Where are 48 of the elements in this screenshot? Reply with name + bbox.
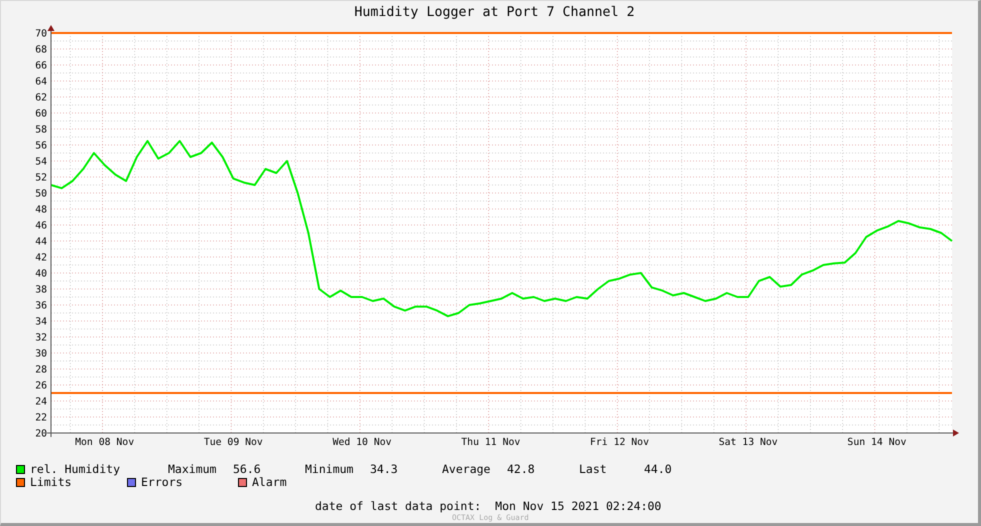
stat-label: Maximum [168,463,218,476]
stat-label: Last [579,463,608,476]
y-axis-label: 34 [35,316,47,328]
x-axis-label: Sat 13 Nov [718,437,778,448]
y-axis-label: 36 [35,300,47,312]
y-axis-label: 46 [35,220,47,232]
x-axis-label: Sun 14 Nov [847,437,906,448]
y-axis-label: 70 [35,28,47,40]
x-axis-label: Tue 09 Nov [204,437,263,448]
y-axis-label: 24 [35,396,47,408]
x-axis-label: Wed 10 Nov [332,437,392,448]
y-axis-label: 44 [35,236,47,248]
x-axis-label: Thu 11 Nov [461,437,520,448]
y-axis-label: 40 [35,268,47,280]
y-axis-label: 54 [35,156,47,168]
y-axis-label: 60 [35,108,47,120]
legend-label: Errors [141,476,183,489]
y-axis-label: 58 [35,124,47,136]
y-axis-label: 64 [35,76,47,88]
y-axis-label: 26 [35,380,47,392]
last-point-label: date of last data point: [315,499,482,513]
stat-value: 56.6 [233,463,261,476]
y-axis-label: 42 [35,252,47,264]
chart-title: Humidity Logger at Port 7 Channel 2 [353,4,636,22]
y-axis-label: 32 [35,332,47,344]
y-axis-label: 68 [35,44,47,56]
y-axis-label: 30 [35,348,47,360]
last-point-date: Mon Nov 15 2021 02:24:00 [495,499,662,513]
y-axis-label: 20 [35,428,47,440]
stat-label: Average [442,463,492,476]
stat-value: 42.8 [507,463,535,476]
y-axis-label: 66 [35,60,47,72]
x-axis-label: Mon 08 Nov [75,437,134,448]
stat-value: 34.3 [370,463,398,476]
legend-label: Alarm [252,476,287,489]
legend-label: rel. Humidity [30,463,120,476]
x-axis-label: Fri 12 Nov [590,437,649,448]
y-axis-label: 56 [35,140,47,152]
y-axis-label: 62 [35,92,47,104]
y-axis-label: 52 [35,172,47,184]
y-axis-label: 38 [35,284,47,296]
y-axis-label: 22 [35,412,47,424]
y-axis-label: 50 [35,188,47,200]
stat-value: 44.0 [644,463,672,476]
legend-label: Limits [30,476,72,489]
y-axis-label: 28 [35,364,47,376]
y-axis-label: 48 [35,204,47,216]
stat-label: Minimum [305,463,354,476]
